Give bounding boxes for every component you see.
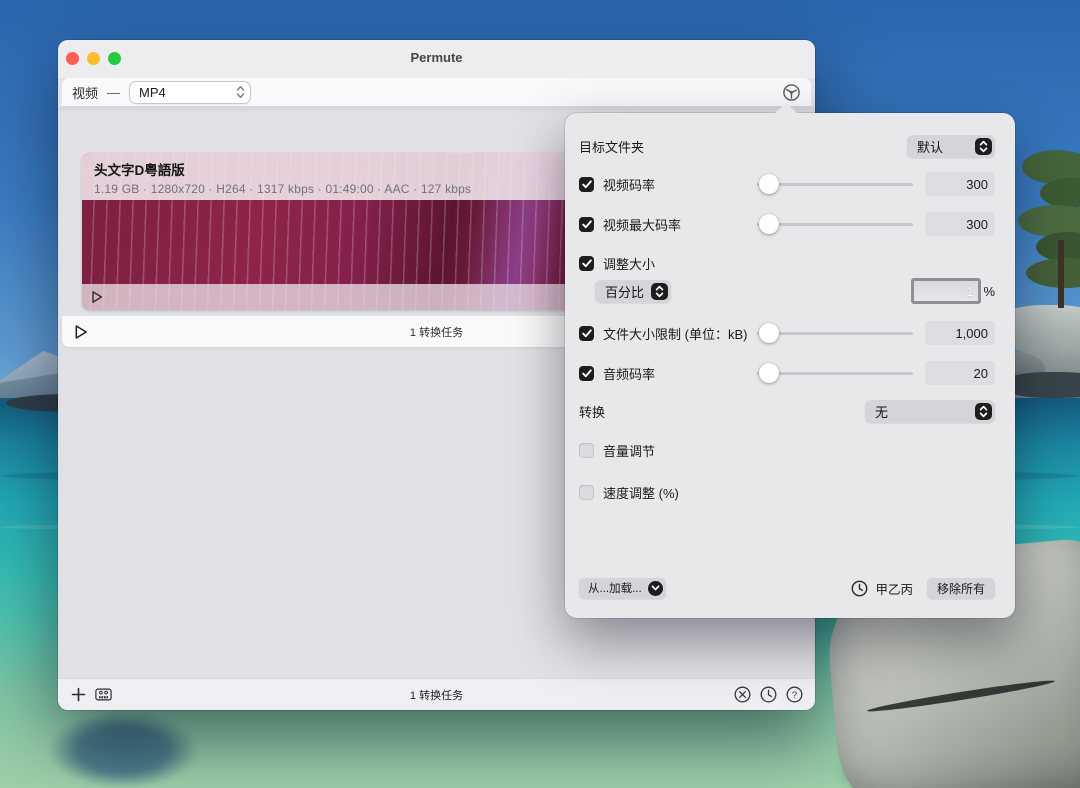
resize-checkbox[interactable] — [579, 256, 594, 271]
video-max-bitrate-label: 视频最大码率 — [603, 215, 681, 234]
chevron-updown-icon — [236, 85, 245, 99]
checkmark-icon — [582, 220, 592, 229]
video-max-bitrate-value[interactable]: 300 — [925, 212, 995, 236]
file-size-limit-slider[interactable] — [757, 323, 913, 343]
resize-mode-select[interactable]: 百分比 — [595, 280, 671, 303]
video-bitrate-label: 视频码率 — [603, 175, 655, 194]
audio-bitrate-checkbox[interactable] — [579, 366, 594, 381]
preset-category-label: 视频 — [72, 83, 98, 102]
wallpaper-submerged-rock — [48, 712, 198, 788]
preset-settings-button[interactable] — [781, 82, 801, 102]
volume-adjust-checkbox[interactable] — [579, 443, 594, 458]
file-size-limit-checkbox[interactable] — [579, 326, 594, 341]
destination-folder-value: 默认 — [917, 137, 943, 156]
video-bitrate-slider[interactable] — [757, 174, 913, 194]
resize-percent-unit: % — [983, 284, 995, 299]
resize-label: 调整大小 — [603, 254, 655, 273]
video-max-bitrate-slider[interactable] — [757, 214, 913, 234]
wallpaper-tree-trunk — [1058, 240, 1064, 308]
preset-separator: — — [107, 85, 120, 100]
speed-adjust-label: 速度调整 (%) — [603, 483, 679, 502]
destination-folder-label: 目标文件夹 — [579, 137, 644, 156]
video-bitrate-checkbox[interactable] — [579, 177, 594, 192]
slider-knob[interactable] — [759, 363, 779, 383]
resize-percent-input[interactable]: 1 — [911, 278, 981, 304]
slider-knob[interactable] — [759, 214, 779, 234]
resize-mode-value: 百分比 — [605, 282, 644, 301]
video-max-bitrate-checkbox[interactable] — [579, 217, 594, 232]
checkmark-icon — [582, 259, 592, 268]
checkmark-icon — [582, 180, 592, 189]
status-task-count: 1 转换任务 — [58, 687, 815, 703]
preset-history-button[interactable] — [851, 580, 868, 597]
audio-bitrate-value[interactable]: 20 — [925, 361, 995, 385]
checkmark-icon — [582, 329, 592, 338]
remove-all-button[interactable]: 移除所有 — [927, 578, 995, 599]
stepper-updown-icon — [651, 283, 668, 300]
stepper-updown-icon — [975, 403, 992, 420]
settings-dial-icon — [782, 83, 801, 102]
file-size-limit-value[interactable]: 1,000 — [925, 321, 995, 345]
remove-all-label: 移除所有 — [937, 580, 985, 597]
checkmark-icon — [582, 369, 592, 378]
preset-toolbar: 视频 — MP4 — [62, 78, 811, 107]
audio-bitrate-label: 音频码率 — [603, 364, 655, 383]
format-select-value: MP4 — [139, 85, 166, 100]
video-bitrate-value[interactable]: 300 — [925, 172, 995, 196]
title-bar[interactable]: Permute — [58, 40, 815, 78]
resize-percent-value: 1 — [966, 284, 973, 299]
load-from-menu[interactable]: 从...加载... — [579, 578, 666, 599]
preset-name: 甲乙丙 — [875, 579, 913, 598]
preset-settings-popover: 目标文件夹 默认 视频码率 300 — [565, 113, 1015, 618]
load-from-label: 从...加载... — [588, 580, 642, 596]
speed-adjust-checkbox[interactable] — [579, 485, 594, 500]
slider-knob[interactable] — [759, 323, 779, 343]
window-title: Permute — [58, 50, 815, 65]
convert-label: 转换 — [579, 402, 605, 421]
audio-bitrate-slider[interactable] — [757, 363, 913, 383]
desktop: Permute 视频 — MP4 — [0, 0, 1080, 788]
slider-knob[interactable] — [759, 174, 779, 194]
format-select[interactable]: MP4 — [129, 81, 251, 104]
volume-adjust-label: 音量调节 — [603, 441, 655, 460]
file-size-limit-label: 文件大小限制 (单位：kB) — [603, 324, 747, 343]
popover-arrow — [775, 103, 797, 113]
destination-folder-select[interactable]: 默认 — [907, 135, 995, 158]
clock-icon — [851, 580, 868, 597]
stepper-updown-icon — [975, 138, 992, 155]
convert-select[interactable]: 无 — [865, 400, 995, 423]
status-bar: 1 转换任务 ? — [58, 678, 815, 710]
play-icon[interactable] — [91, 290, 103, 304]
chevron-down-icon — [648, 581, 663, 596]
convert-value: 无 — [875, 402, 888, 421]
